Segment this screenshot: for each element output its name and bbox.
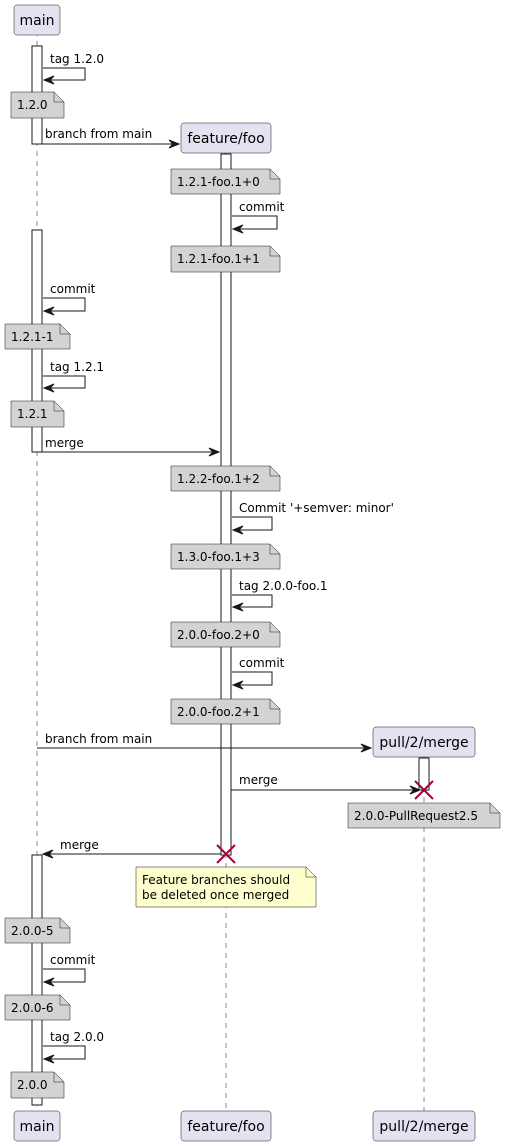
message-label: merge	[45, 436, 84, 450]
note-text: Feature branches should	[142, 873, 290, 887]
note-main: 2.0.0	[10, 1071, 65, 1099]
note-main: 1.2.0	[10, 91, 65, 119]
message-main-to-feature: merge	[42, 436, 221, 457]
note-text: 1.2.1-foo.1+1	[177, 252, 260, 266]
note-feature: Feature branches shouldbe deleted once m…	[135, 866, 317, 908]
note-text: 2.0.0-foo.2+0	[177, 628, 260, 642]
message-label: commit	[239, 656, 285, 670]
note-text: 1.2.1	[17, 407, 48, 421]
note-text: 1.2.1-foo.1+0	[177, 175, 260, 189]
participant-label: pull/2/merge	[379, 1119, 468, 1135]
participant-feature-head: feature/foo	[180, 122, 272, 154]
message-label: commit	[50, 282, 96, 296]
participant-label: feature/foo	[187, 1119, 264, 1135]
note-feature: 1.2.2-foo.1+2	[170, 465, 281, 492]
message-feature-to-feature: commit	[231, 656, 285, 690]
message-main-to-main: tag 2.0.0	[42, 1030, 104, 1064]
note-main: 2.0.0-5	[4, 917, 71, 944]
message-label: Commit '+semver: minor'	[239, 501, 394, 515]
message-main-to-pull: branch from main	[37, 732, 373, 753]
note-feature: 1.3.0-foo.1+3	[170, 543, 281, 570]
note-text: 1.2.1-1	[11, 330, 54, 344]
note-main: 2.0.0-6	[4, 994, 71, 1021]
participant-pull-foot: pull/2/merge	[372, 1110, 476, 1142]
message-label: tag 2.0.0	[50, 1030, 104, 1044]
message-label: merge	[60, 838, 99, 852]
message-label: commit	[50, 953, 96, 967]
participant-label: main	[20, 13, 55, 29]
message-main-to-main: tag 1.2.1	[42, 360, 104, 393]
message-label: tag 2.0.0-foo.1	[239, 579, 328, 593]
participant-label: main	[20, 1119, 55, 1135]
message-feature-to-feature: Commit '+semver: minor'	[231, 501, 394, 535]
message-main-to-main: tag 1.2.0	[42, 52, 104, 85]
sequence-diagram: main feature/foo pull/2/merge main feature/f…	[4, 4, 501, 1142]
note-text: be deleted once merged	[142, 888, 289, 902]
note-text: 2.0.0-6	[11, 1001, 54, 1015]
note-main: 1.2.1-1	[4, 323, 71, 350]
message-label: branch from main	[45, 127, 152, 141]
message-label: tag 1.2.1	[50, 360, 104, 374]
note-text: 2.0.0	[17, 1078, 48, 1092]
participant-main-foot: main	[13, 1110, 61, 1142]
note-feature: 1.2.1-foo.1+1	[170, 245, 281, 273]
message-feature-to-pull: merge	[231, 773, 422, 795]
note-text: 2.0.0-PullRequest2.5	[354, 809, 478, 823]
note-text: 2.0.0-5	[11, 924, 54, 938]
activation-bar-main	[31, 854, 43, 1106]
message-main-to-main: commit	[42, 282, 96, 316]
message-feature-to-main: merge	[41, 838, 221, 859]
message-label: branch from main	[45, 732, 152, 746]
participant-feature-foot: feature/foo	[180, 1110, 272, 1142]
note-pull: 2.0.0-PullRequest2.5	[347, 802, 501, 829]
note-text: 1.3.0-foo.1+3	[177, 550, 260, 564]
note-text: 1.2.2-foo.1+2	[177, 472, 260, 486]
participant-pull-head: pull/2/merge	[372, 726, 476, 758]
note-text: 2.0.0-foo.2+1	[177, 705, 260, 719]
note-text: 1.2.0	[17, 98, 48, 112]
message-label: commit	[239, 200, 285, 214]
note-feature: 2.0.0-foo.2+1	[170, 698, 281, 725]
participant-label: pull/2/merge	[379, 735, 468, 751]
message-feature-to-feature: tag 2.0.0-foo.1	[231, 579, 328, 612]
participant-label: feature/foo	[187, 131, 264, 147]
message-label: tag 1.2.0	[50, 52, 104, 66]
message-main-to-feature: branch from main	[42, 127, 181, 149]
note-main: 1.2.1	[10, 400, 65, 428]
message-feature-to-feature: commit	[231, 200, 285, 234]
participant-main-head: main	[13, 4, 61, 36]
note-feature: 2.0.0-foo.2+0	[170, 621, 281, 648]
note-feature: 1.2.1-foo.1+0	[170, 168, 281, 195]
message-main-to-main: commit	[42, 953, 96, 987]
message-label: merge	[239, 773, 278, 787]
